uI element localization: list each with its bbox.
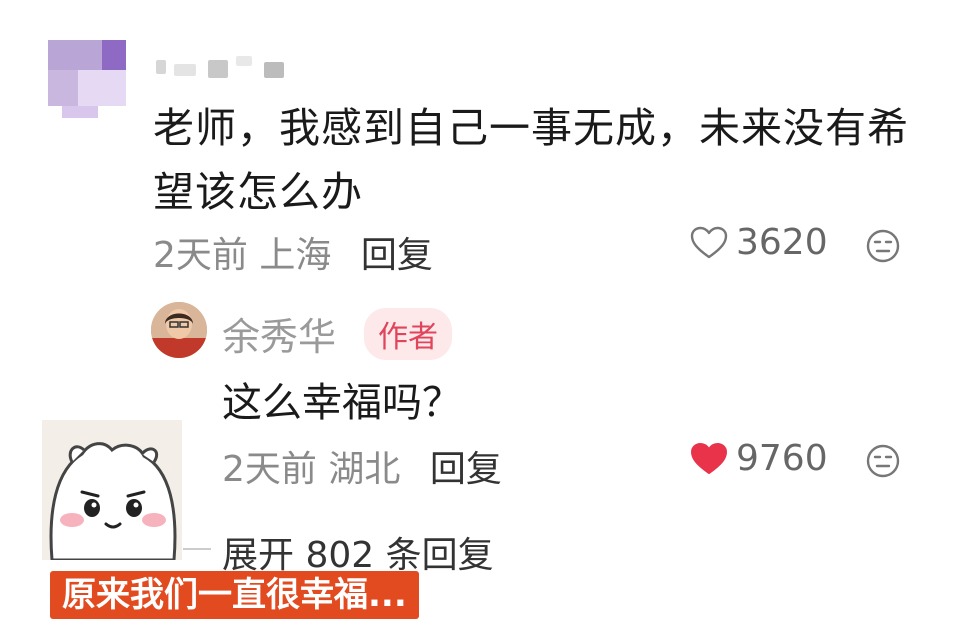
comment-text: 老师，我感到自己一事无成，未来没有希望该怎么办 xyxy=(153,104,909,216)
comment-reply-button[interactable]: 回复 xyxy=(361,235,433,276)
cute-sticker-image xyxy=(42,420,182,560)
reply-time: 2天前 xyxy=(222,449,317,490)
reply-text: 这么幸福吗？ xyxy=(222,380,462,426)
reply-like-count: 9760 xyxy=(736,438,828,479)
author-avatar[interactable] xyxy=(151,302,207,358)
comment-thread: 老师，我感到自己一事无成，未来没有希望该怎么办 2天前 上海 回复 3620 余… xyxy=(0,0,960,632)
author-badge: 作者 xyxy=(364,308,452,360)
commenter-avatar[interactable] xyxy=(48,40,126,118)
reply-meta: 2天前 湖北 回复 xyxy=(222,440,502,492)
comment-like-button[interactable]: 3620 xyxy=(690,222,828,263)
reaction-emoji-icon[interactable] xyxy=(865,228,901,264)
comment-meta: 2天前 上海 回复 xyxy=(153,226,433,278)
reply-location: 湖北 xyxy=(328,449,401,490)
comment-like-count: 3620 xyxy=(736,222,828,263)
expand-divider xyxy=(183,548,211,550)
reply-like-button[interactable]: 9760 xyxy=(690,438,828,479)
heart-outline-icon xyxy=(690,226,728,258)
heart-filled-icon xyxy=(691,442,727,474)
reaction-emoji-icon[interactable] xyxy=(865,443,901,479)
reply-reply-button[interactable]: 回复 xyxy=(430,449,502,490)
comment-location: 上海 xyxy=(259,235,332,276)
overlay-caption: 原来我们一直很幸福... xyxy=(50,571,419,619)
author-name[interactable]: 余秀华 xyxy=(222,306,336,361)
commenter-name-redacted xyxy=(156,56,296,78)
comment-time: 2天前 xyxy=(153,235,248,276)
